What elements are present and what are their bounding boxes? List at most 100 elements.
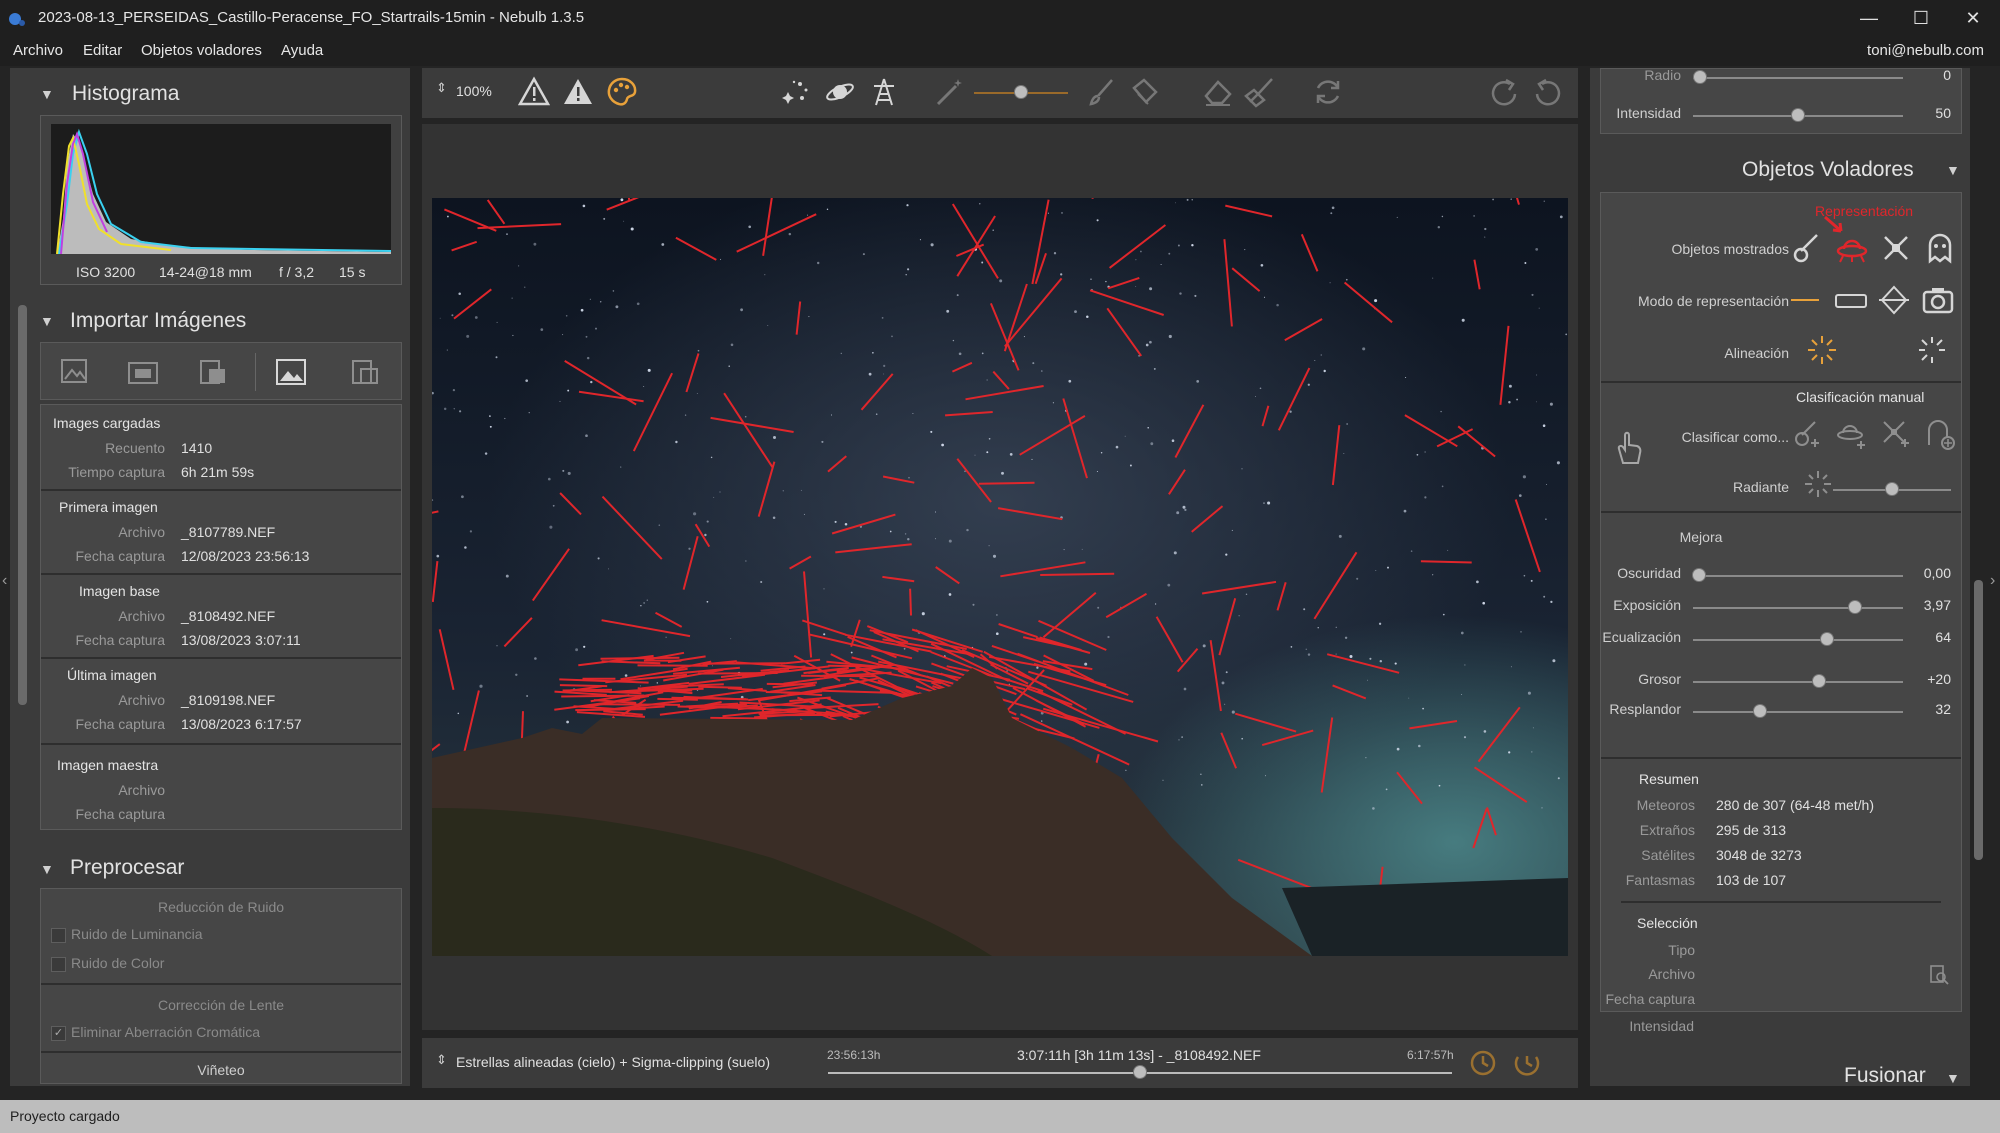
luminance-checkbox[interactable] <box>51 928 66 943</box>
meteor-toggle-icon[interactable] <box>1791 231 1825 265</box>
star <box>834 520 837 523</box>
menu-archivo[interactable]: Archivo <box>13 42 63 59</box>
chromatic-checkbox[interactable]: ✓ <box>51 1026 66 1041</box>
star <box>1200 773 1202 775</box>
intensity-knob[interactable] <box>1791 108 1805 122</box>
clock-back-icon[interactable] <box>1468 1048 1498 1078</box>
star <box>930 430 933 433</box>
slider-track[interactable] <box>1693 607 1903 609</box>
star <box>1542 424 1546 427</box>
star <box>1461 694 1463 695</box>
ghost-toggle-icon[interactable] <box>1923 231 1957 265</box>
search-selection-icon[interactable] <box>1927 963 1951 987</box>
star <box>640 685 642 687</box>
palette-icon[interactable] <box>606 76 638 108</box>
planet-icon[interactable] <box>824 76 856 108</box>
menu-ayuda[interactable]: Ayuda <box>281 42 323 59</box>
color-noise-checkbox[interactable] <box>51 957 66 972</box>
minimize-button[interactable]: — <box>1846 6 1892 30</box>
classify-ufo-icon[interactable] <box>1835 417 1869 451</box>
radius-track[interactable] <box>1693 77 1903 79</box>
slider-track[interactable] <box>1693 711 1903 713</box>
classify-meteor-icon[interactable] <box>1791 417 1825 451</box>
zoom-value[interactable]: 100% <box>456 83 492 99</box>
broom-icon[interactable] <box>1244 76 1276 108</box>
import-collapse-icon[interactable]: ▼ <box>40 313 54 329</box>
clock-forward-icon[interactable] <box>1512 1048 1542 1078</box>
master-image-icon[interactable] <box>349 357 381 387</box>
line-mode-icon[interactable] <box>1791 299 1819 301</box>
zoom-stepper-icon[interactable]: ⇕ <box>436 80 447 96</box>
slider-knob[interactable] <box>1847 600 1862 614</box>
star <box>458 292 461 296</box>
slider-track[interactable] <box>1693 639 1903 641</box>
radiant-knob[interactable] <box>1885 482 1899 496</box>
flying-objects-collapse-icon[interactable]: ▼ <box>1946 162 1960 178</box>
warning-filled-icon[interactable] <box>562 76 594 108</box>
timeline-knob[interactable] <box>1133 1065 1147 1079</box>
star <box>1418 744 1421 748</box>
hand-pointer-icon[interactable] <box>1611 425 1645 465</box>
maximize-button[interactable]: ☐ <box>1898 6 1944 30</box>
star <box>1173 551 1177 555</box>
collapse-right-icon[interactable]: › <box>1990 572 1995 590</box>
menu-editar[interactable]: Editar <box>83 42 122 59</box>
slider-knob[interactable] <box>1753 704 1768 718</box>
tower-icon[interactable] <box>868 76 900 108</box>
menu-objetos-voladores[interactable]: Objetos voladores <box>141 42 262 59</box>
meteor-streak <box>598 703 681 706</box>
import-folder-icon[interactable] <box>127 357 159 387</box>
point-mode-icon[interactable] <box>1877 283 1911 317</box>
user-account[interactable]: toni@nebulb.com <box>1867 42 1984 59</box>
refresh-icon[interactable] <box>1312 76 1344 108</box>
mode-label[interactable]: Estrellas alineadas (cielo) + Sigma-clip… <box>456 1054 770 1070</box>
meteor-streak <box>1420 560 1472 564</box>
star <box>439 317 441 319</box>
import-images-icon[interactable] <box>59 357 91 387</box>
slider-knob[interactable] <box>1692 568 1707 582</box>
star <box>906 204 909 207</box>
radius-knob[interactable] <box>1693 70 1707 84</box>
stars-icon[interactable] <box>780 76 812 108</box>
histogram-collapse-icon[interactable]: ▼ <box>40 86 54 102</box>
vignette-label[interactable]: Viñeteo <box>41 1062 401 1078</box>
box-mode-icon[interactable] <box>1835 294 1867 308</box>
satellite-toggle-icon[interactable] <box>1879 231 1913 265</box>
slider-knob[interactable] <box>1812 674 1826 688</box>
star <box>1524 262 1527 264</box>
radiant-free-icon[interactable] <box>1915 333 1949 367</box>
radiant-icon[interactable] <box>1801 467 1835 501</box>
fill-bucket-icon[interactable] <box>1128 76 1160 108</box>
collapse-left-icon[interactable]: ‹ <box>2 572 7 590</box>
camera-mode-icon[interactable] <box>1921 283 1955 317</box>
classify-satellite-icon[interactable] <box>1879 417 1913 451</box>
base-image-icon[interactable] <box>275 357 307 387</box>
star <box>1464 664 1466 666</box>
star <box>590 380 593 384</box>
redo-icon[interactable] <box>1488 76 1520 108</box>
radiant-aligned-icon[interactable] <box>1805 333 1839 367</box>
close-button[interactable]: ✕ <box>1950 6 1996 30</box>
import-clipboard-icon[interactable] <box>197 357 229 387</box>
warning-outline-icon[interactable] <box>518 76 550 108</box>
classify-ghost-icon[interactable] <box>1923 417 1957 451</box>
merge-collapse-icon[interactable]: ▼ <box>1946 1070 1960 1086</box>
preprocess-collapse-icon[interactable]: ▼ <box>40 861 54 877</box>
eraser-icon[interactable] <box>1202 76 1234 108</box>
toolbar-slider-knob[interactable] <box>1014 85 1028 99</box>
slider-track[interactable] <box>1693 575 1903 577</box>
undo-icon[interactable] <box>1532 76 1564 108</box>
mode-stepper-icon[interactable]: ⇕ <box>436 1052 447 1068</box>
right-scrollbar[interactable] <box>1974 580 1983 860</box>
magic-wand-icon[interactable] <box>934 76 966 108</box>
brush-icon[interactable] <box>1086 76 1118 108</box>
ufo-toggle-icon[interactable] <box>1835 231 1869 265</box>
star <box>1001 471 1004 475</box>
star <box>1424 451 1426 453</box>
star <box>1160 263 1162 266</box>
astro-image[interactable] <box>432 198 1568 956</box>
star <box>748 225 752 229</box>
slider-track[interactable] <box>1693 681 1903 683</box>
left-scrollbar[interactable] <box>18 305 27 705</box>
slider-knob[interactable] <box>1820 632 1835 646</box>
